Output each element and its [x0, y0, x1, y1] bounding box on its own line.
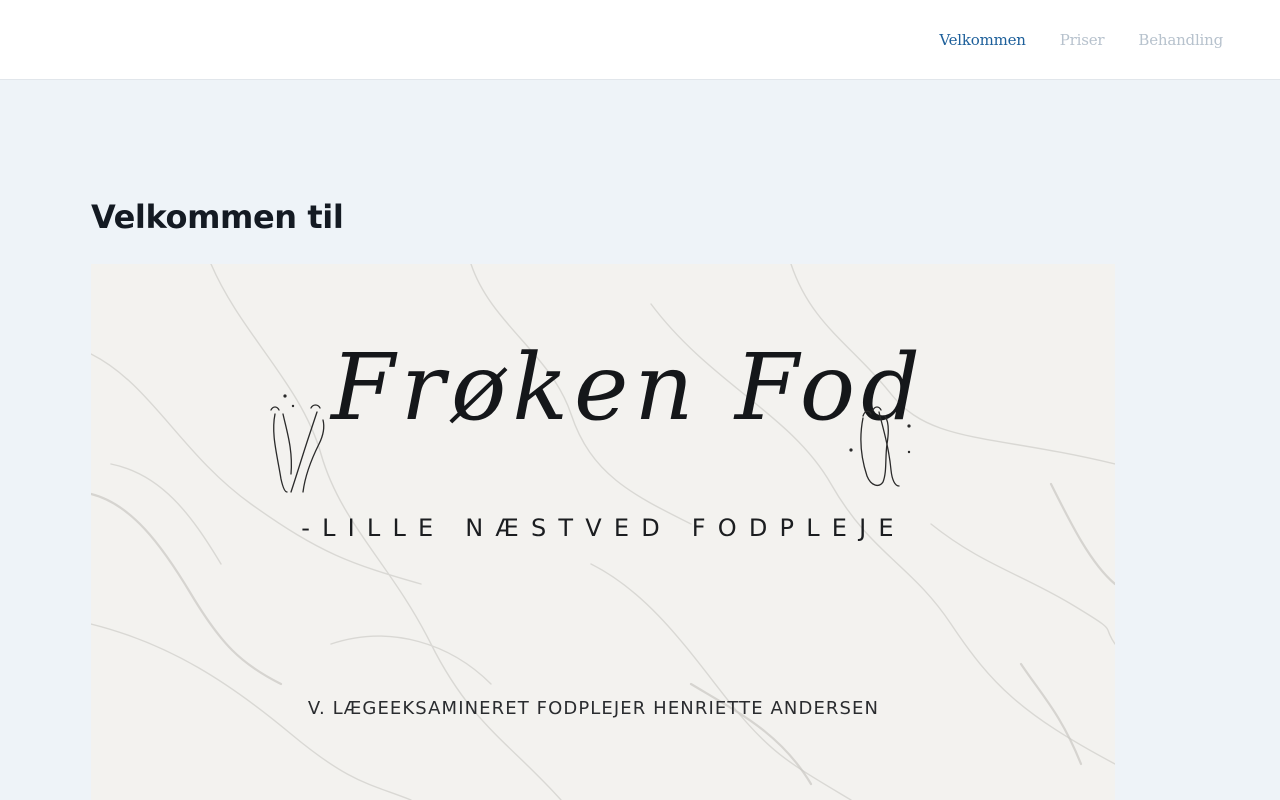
- crossed-feet-icon: [270, 394, 325, 493]
- main-nav: Velkommen Priser Behandling: [939, 0, 1223, 80]
- nav-item-behandling[interactable]: Behandling: [1138, 31, 1223, 49]
- brand-name: Frøken Fod: [331, 334, 926, 441]
- nav-item-velkommen[interactable]: Velkommen: [939, 31, 1026, 49]
- brand-credit: V. LÆGEEKSAMINERET FODPLEJER HENRIETTE A…: [307, 698, 880, 719]
- brand-subtitle: -LILLE NÆSTVED FODPLEJE: [301, 514, 906, 542]
- nav-item-priser[interactable]: Priser: [1060, 31, 1105, 49]
- hero-logo-image: Frøken Fod -LILLE NÆSTVED FODPLEJE V. LÆ…: [91, 264, 1115, 800]
- page-title: Velkommen til: [91, 198, 344, 236]
- foot-sole-icon: [849, 406, 911, 487]
- site-header: Velkommen Priser Behandling: [0, 0, 1280, 80]
